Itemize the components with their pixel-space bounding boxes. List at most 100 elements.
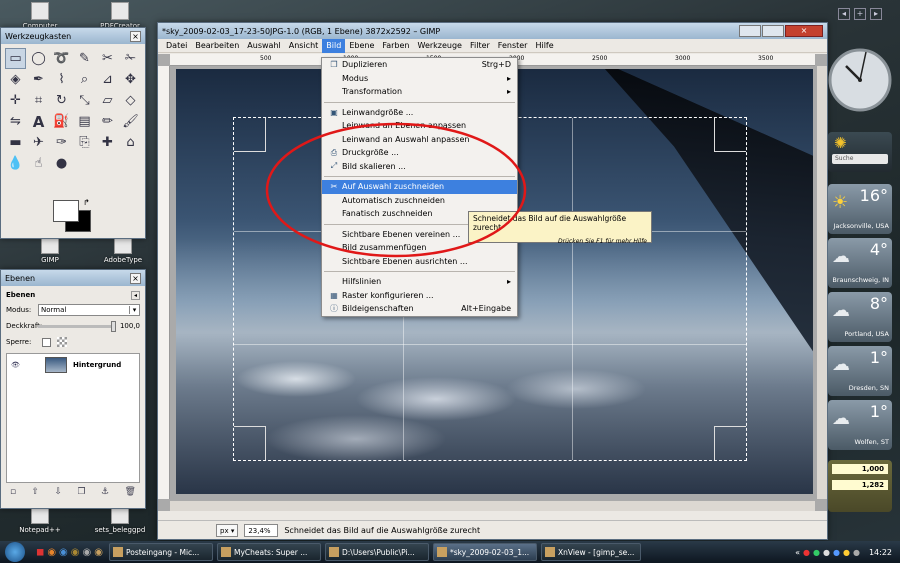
close-icon[interactable]: × — [130, 272, 141, 284]
minimize-button[interactable] — [739, 25, 761, 37]
handle-top-right[interactable] — [714, 118, 746, 152]
stock-value-2[interactable]: 1,282 — [832, 480, 888, 490]
menu-item[interactable]: ▦ Raster konfigurieren ... — [322, 289, 517, 303]
raise-layer-icon[interactable]: ⇧ — [32, 487, 40, 497]
menu-item[interactable]: Modus ▸ — [322, 72, 517, 86]
perspective-tool-icon[interactable]: ◇ — [120, 90, 141, 111]
clock-gadget[interactable] — [828, 36, 892, 122]
tray-icon-3[interactable]: ● — [823, 548, 830, 557]
swap-colors-icon[interactable]: ↱ — [83, 198, 90, 207]
close-button[interactable]: × — [785, 25, 823, 37]
menu-hilfe[interactable]: Hilfe — [531, 39, 557, 53]
anchor-layer-icon[interactable]: ⚓ — [101, 487, 109, 497]
crop-tool-icon[interactable]: ⌗ — [28, 90, 49, 111]
pencil-tool-icon[interactable]: ✏ — [97, 111, 118, 132]
desktop-icon[interactable]: AdobeType — [93, 236, 153, 264]
lower-layer-icon[interactable]: ⇩ — [55, 487, 63, 497]
horizontal-scrollbar[interactable] — [170, 500, 815, 511]
duplicate-layer-icon[interactable]: ❐ — [78, 487, 86, 497]
start-button[interactable] — [0, 541, 30, 563]
mode-select[interactable]: Normal ▾ — [38, 304, 140, 316]
sidebar-add-icon[interactable]: + — [854, 8, 866, 20]
clock-text[interactable]: 14:22 — [869, 548, 892, 557]
paths-tool-icon[interactable]: ✒ — [28, 69, 49, 90]
vertical-scrollbar[interactable] — [816, 66, 827, 499]
eraser-tool-icon[interactable]: ▬ — [5, 132, 26, 153]
rect-select-tool-icon[interactable]: ▭ — [5, 48, 26, 69]
opacity-slider[interactable] — [38, 320, 116, 332]
foreground-select-tool-icon[interactable]: ◈ — [5, 69, 26, 90]
media-icon[interactable]: ◉ — [71, 547, 80, 558]
tray-icon-5[interactable]: ● — [843, 548, 850, 557]
menu-bearbeiten[interactable]: Bearbeiten — [191, 39, 243, 53]
tray-icon-1[interactable]: ● — [803, 548, 810, 557]
blend-tool-icon[interactable]: ▤ — [74, 111, 95, 132]
color-select-tool-icon[interactable]: ✂ — [97, 48, 118, 69]
blur-tool-icon[interactable]: 💧 — [5, 153, 26, 174]
menu-ebene[interactable]: Ebene — [345, 39, 378, 53]
firefox-icon[interactable]: ◉ — [47, 547, 56, 558]
menu-auswahl[interactable]: Auswahl — [243, 39, 284, 53]
ellipse-select-tool-icon[interactable]: ◯ — [28, 48, 49, 69]
opacity-value[interactable]: 100,0 — [118, 322, 140, 330]
tray-icon-2[interactable]: ● — [813, 548, 820, 557]
shear-tool-icon[interactable]: ▱ — [97, 90, 118, 111]
rotate-tool-icon[interactable]: ↻ — [51, 90, 72, 111]
menu-werkzeuge[interactable]: Werkzeuge — [414, 39, 466, 53]
explorer-icon[interactable]: ◉ — [59, 547, 68, 558]
desktop-icon[interactable]: PDFCreator — [90, 2, 150, 30]
smudge-tool-icon[interactable]: ☝ — [28, 153, 49, 174]
foreground-color-swatch[interactable] — [53, 200, 79, 222]
taskbar-item[interactable]: XnView - [gimp_se... — [540, 543, 641, 561]
lasso-tool-icon[interactable]: ➰ — [51, 48, 72, 69]
menu-item[interactable]: Transformation ▸ — [322, 85, 517, 99]
fuzzy-select-tool-icon[interactable]: ✎ — [74, 48, 95, 69]
tab-menu-icon[interactable]: ◂ — [131, 290, 140, 300]
opacity-slider-handle[interactable] — [111, 320, 116, 332]
menu-item[interactable]: ⓘ Bildeigenschaften Alt+Eingabe — [322, 302, 517, 316]
dodge-burn-tool-icon[interactable]: ● — [51, 153, 72, 174]
eye-icon[interactable]: 👁 — [11, 361, 27, 369]
color-picker-tool-icon[interactable]: ⌇ — [51, 69, 72, 90]
fg-bg-colors[interactable]: ↱ — [53, 198, 95, 234]
tray-icon-6[interactable]: ● — [853, 548, 860, 557]
sidebar-prev-icon[interactable]: ◂ — [838, 8, 850, 20]
measure-tool-icon[interactable]: ⊿ — [97, 69, 118, 90]
taskbar-item[interactable]: *sky_2009-02-03_1... — [432, 543, 537, 561]
ink-tool-icon[interactable]: ✑ — [51, 132, 72, 153]
zoom-tool-icon[interactable]: ⌕ — [74, 69, 95, 90]
delete-layer-icon[interactable]: 🗑 — [125, 487, 136, 497]
maximize-button[interactable] — [762, 25, 784, 37]
desktop-icon[interactable]: GIMP — [20, 236, 80, 264]
weather-gadget[interactable]: ☀ 16° Jacksonville, USA — [828, 184, 892, 234]
pdf-icon[interactable]: ◼ — [36, 547, 44, 558]
lock-alpha-icon[interactable] — [57, 337, 67, 347]
weather-gadget[interactable]: ☁ 8° Portland, USA — [828, 292, 892, 342]
move-tool-icon[interactable]: ✥ — [120, 69, 141, 90]
tray-icon-4[interactable]: ● — [833, 548, 840, 557]
menu-item[interactable]: Hilfslinien ▸ — [322, 275, 517, 289]
new-layer-icon[interactable]: ▫ — [10, 487, 16, 497]
close-icon[interactable]: × — [130, 30, 141, 42]
taskbar-item[interactable]: Posteingang - Mic... — [108, 543, 213, 561]
paintbrush-tool-icon[interactable]: 🖌 — [120, 111, 141, 132]
menu-item[interactable]: ▣ Leinwandgröße ... — [322, 106, 517, 120]
bucket-fill-tool-icon[interactable]: ⛽ — [51, 111, 72, 132]
sidebar-next-icon[interactable]: ▸ — [870, 8, 882, 20]
layer-row[interactable]: 👁 Hintergrund — [7, 354, 139, 376]
airbrush-tool-icon[interactable]: ✈ — [28, 132, 49, 153]
menu-ansicht[interactable]: Ansicht — [285, 39, 323, 53]
text-tool-icon[interactable]: A — [28, 111, 49, 132]
lock-pixels-checkbox[interactable] — [42, 337, 51, 347]
clone-tool-icon[interactable]: ⎘ — [74, 132, 95, 153]
desktop-icon[interactable]: sets_beleggpd — [90, 506, 150, 534]
menu-farben[interactable]: Farben — [378, 39, 413, 53]
weather-gadget[interactable]: ☁ 4° Braunschweig, IN — [828, 238, 892, 288]
layer-name[interactable]: Hintergrund — [73, 361, 121, 369]
flip-tool-icon[interactable]: ⇋ — [5, 111, 26, 132]
layers-titlebar[interactable]: Ebenen × — [1, 270, 145, 286]
gimp-titlebar[interactable]: *sky_2009-02-03_17-23-50JPG-1.0 (RGB, 1 … — [158, 23, 827, 39]
stock-value-1[interactable]: 1,000 — [832, 464, 888, 474]
desktop-icon[interactable]: Computer — [10, 2, 70, 30]
toolbox-titlebar[interactable]: Werkzeugkasten × — [1, 28, 145, 44]
